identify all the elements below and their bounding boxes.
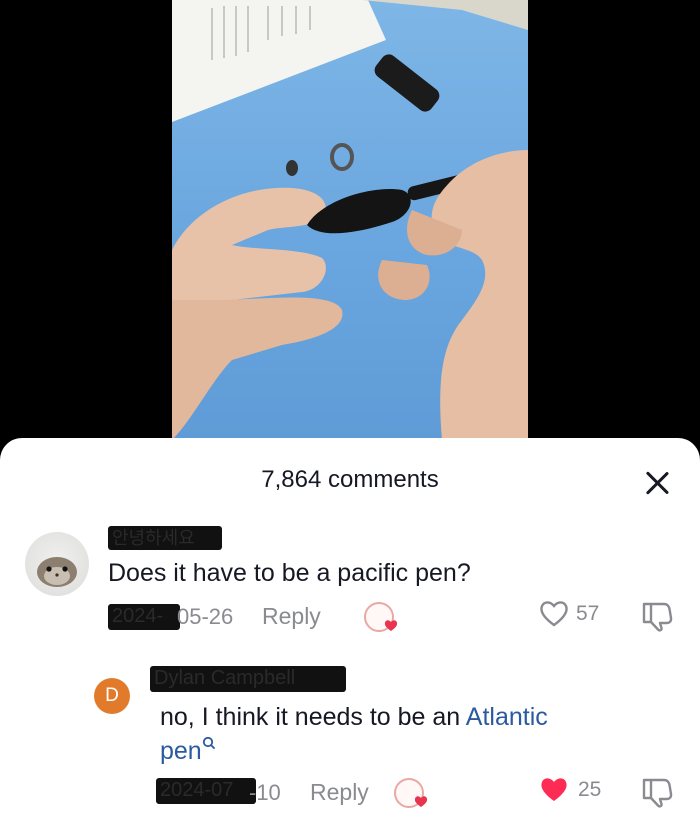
comment-text: Does it have to be a pacific pen? [108,559,471,587]
avatar[interactable]: D [94,678,130,714]
reply-button[interactable]: Reply [262,603,321,630]
heart-filled-icon[interactable] [538,774,570,804]
like-count: 25 [578,778,602,801]
username-redacted[interactable]: 안녕하세요 [108,526,222,550]
comments-count-title: 7,864 comments [261,466,439,493]
reply-button[interactable]: Reply [310,779,369,806]
search-link-pen[interactable]: pen [160,737,202,765]
dislike-icon[interactable] [640,598,674,632]
heart-outline-icon[interactable] [538,598,570,628]
close-icon[interactable] [640,466,674,500]
username-redacted[interactable]: Dylan Campbell [150,666,346,692]
heart-mini-icon [414,796,428,807]
sticker-icon[interactable] [364,602,398,632]
date-redacted: 2024- [108,604,180,630]
avatar[interactable] [25,532,89,596]
comment-date: 05-26 [177,604,234,629]
video-content-illustration [172,0,528,440]
hamster-avatar-image [37,557,77,587]
video-frame [172,0,528,440]
sticker-icon[interactable] [394,778,428,808]
search-link-atlantic[interactable]: Atlantic [466,703,548,731]
reply-text-prefix: no, I think it needs to be an [160,703,466,731]
comment-date: -10 [249,780,281,805]
video-player[interactable] [0,0,700,440]
comments-sheet: 7,864 comments 안녕하세요 Does it have to be … [0,438,700,819]
like-count: 57 [576,602,600,625]
search-icon[interactable] [202,736,216,750]
reply-comment-text: no, I think it needs to be an Atlantic p… [160,700,660,768]
heart-mini-icon [384,620,398,631]
date-redacted: 2024-07 [156,778,256,804]
dislike-icon[interactable] [640,774,674,808]
